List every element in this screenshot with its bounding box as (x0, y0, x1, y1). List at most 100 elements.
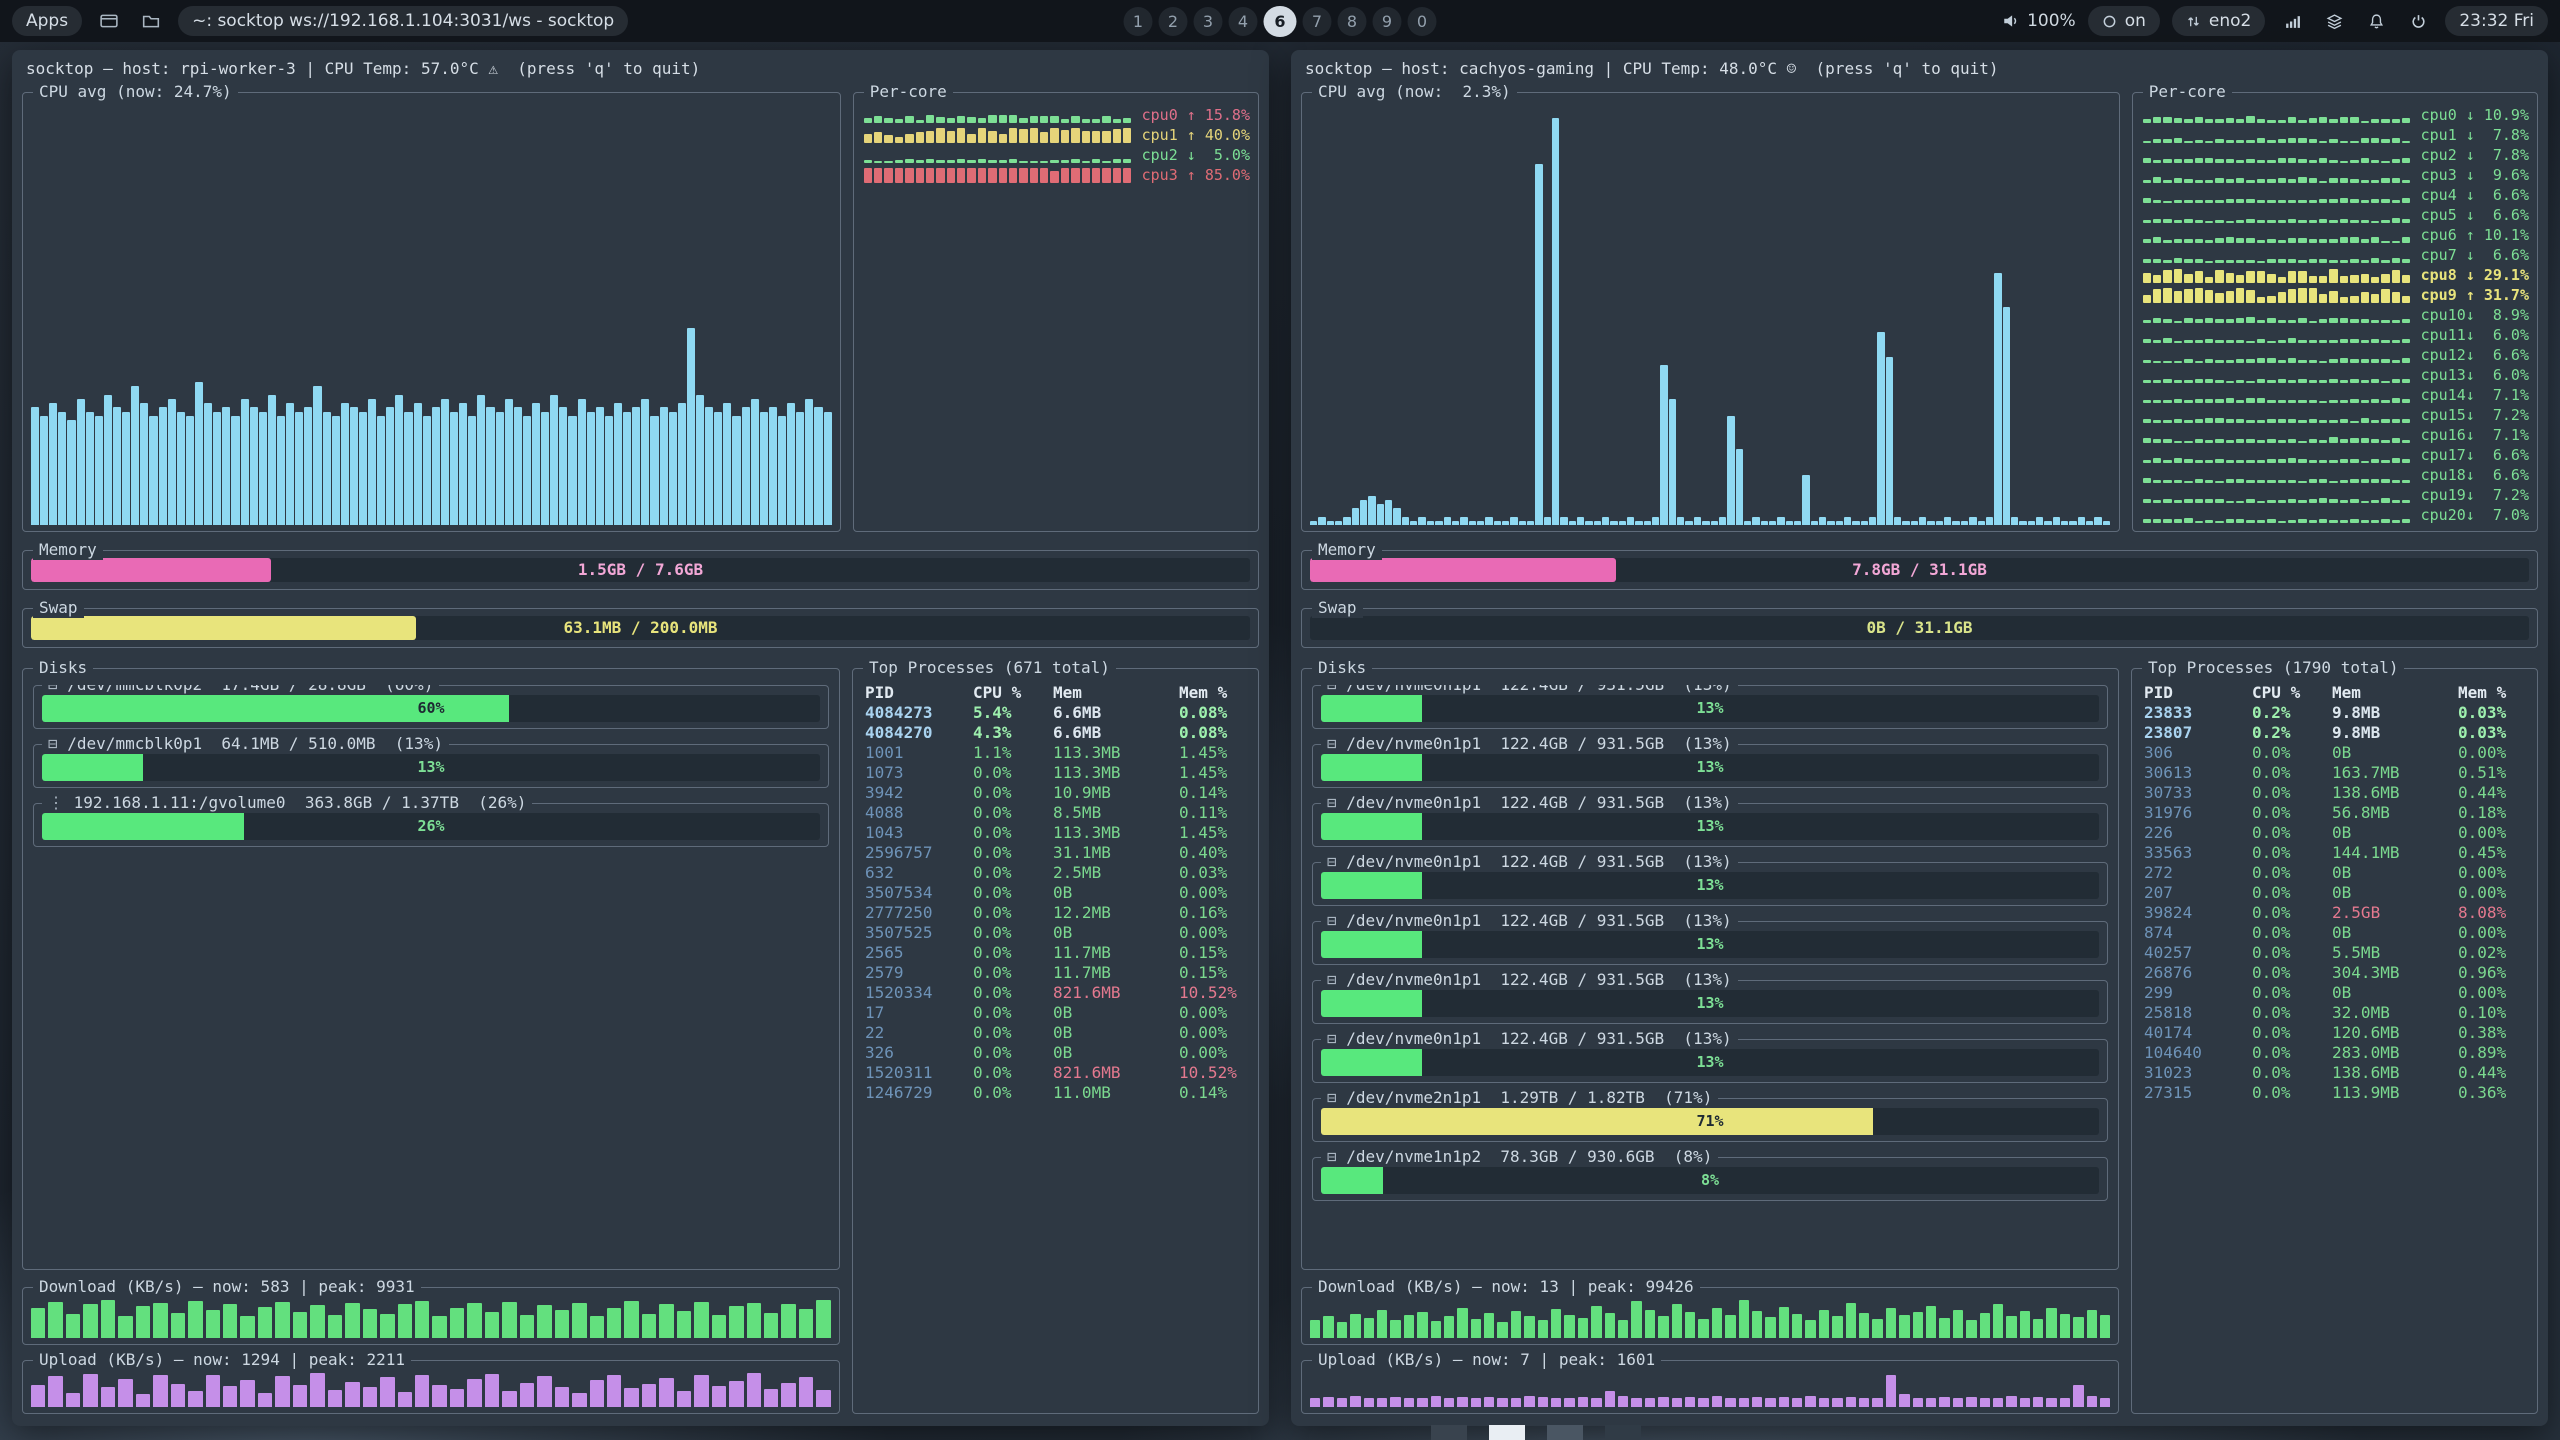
disk-label: ⊟ /dev/nvme0n1p1 122.4GB / 931.5GB (13%) (1321, 793, 1738, 813)
workspace-button-7[interactable]: 7 (1303, 7, 1332, 36)
process-row: 2070.0%0B0.00% (2144, 883, 2525, 903)
dock-icon-app-2[interactable] (1547, 1425, 1583, 1440)
core-row: cpu1 ↑ 40.0% (864, 125, 1250, 145)
disk-usage-percent: 8% (1321, 1167, 2099, 1194)
pid-cell: 3507525 (865, 923, 973, 943)
disk-usage-gauge: 13% (1321, 754, 2099, 781)
mem-cell: 0B (1053, 883, 1179, 903)
disk-usage-percent: 71% (1321, 1108, 2099, 1135)
cpu-cell: 0.0% (2252, 1003, 2332, 1023)
dock-icon-app-3[interactable] (1605, 1425, 1641, 1440)
mempct-cell: 0.00% (2458, 923, 2525, 943)
core-row: cpu8 ↓ 29.1% (2143, 265, 2529, 285)
upload-label: Upload (KB/s) — now: 1294 | peak: 2211 (33, 1350, 411, 1370)
pid-cell: 3507534 (865, 883, 973, 903)
disk-label: ⊟ /dev/nvme0n1p1 122.4GB / 931.5GB (13%) (1321, 734, 1738, 754)
files-icon[interactable] (136, 6, 166, 36)
core-row: cpu6 ↑ 10.1% (2143, 225, 2529, 245)
core-history-sparkline (2143, 308, 2411, 323)
pid-cell: 1520334 (865, 983, 973, 1003)
pid-cell: 33563 (2144, 843, 2252, 863)
circle-icon (2102, 14, 2117, 29)
pid-cell: 326 (865, 1043, 973, 1063)
core-label: cpu2 ↓ 7.8% (2421, 146, 2529, 164)
workspace-button-2[interactable]: 2 (1159, 7, 1188, 36)
disk-label: ⊟ /dev/mmcblk0p2 17.4GB / 28.8GB (60%) (42, 685, 439, 695)
cpu-cell: 0.0% (2252, 743, 2332, 763)
terminal-window-right[interactable]: socktop — host: cachyos-gaming | CPU Tem… (1291, 50, 2548, 1426)
mem-cell: 12.2MB (1053, 903, 1179, 923)
core-history-sparkline (2143, 268, 2411, 283)
core-history-sparkline (2143, 148, 2411, 163)
core-history-sparkline (2143, 348, 2411, 363)
network-indicator[interactable]: eno2 (2172, 6, 2265, 36)
process-row: 2990.0%0B0.00% (2144, 983, 2525, 1003)
signal-bars-icon[interactable] (2277, 6, 2307, 36)
disk-usage-gauge: 60% (42, 695, 820, 722)
process-row: 335630.0%144.1MB0.45% (2144, 843, 2525, 863)
disk-icon: ⊟ (1327, 1088, 1337, 1107)
cpu-cell: 0.0% (2252, 1043, 2332, 1063)
mem-cell: 0B (2332, 983, 2458, 1003)
mempct-cell: 0.00% (1179, 1043, 1246, 1063)
workspace-button-3[interactable]: 3 (1194, 7, 1223, 36)
core-label: cpu13↓ 6.0% (2421, 366, 2529, 384)
cpu-cell: 5.4% (973, 703, 1053, 723)
disk-label: ⋮ 192.168.1.11:/gvolume0 363.8GB / 1.37T… (42, 793, 532, 813)
disk-entry: ⊟ /dev/nvme0n1p1 122.4GB / 931.5GB (13%)… (1312, 921, 2108, 965)
memory-gauge: 1.5GB / 7.6GB (31, 558, 1250, 582)
mempct-cell: 0.15% (1179, 943, 1246, 963)
mem-cell: 144.1MB (2332, 843, 2458, 863)
bluetooth-indicator[interactable]: on (2088, 6, 2160, 36)
apps-button[interactable]: Apps (12, 6, 82, 36)
pid-cell: 39824 (2144, 903, 2252, 923)
workspace-button-9[interactable]: 9 (1373, 7, 1402, 36)
core-label: cpu16↓ 7.1% (2421, 426, 2529, 444)
disk-usage-gauge: 13% (1321, 931, 2099, 958)
dock-icon-app-1[interactable] (1431, 1425, 1467, 1440)
pid-cell: 1073 (865, 763, 973, 783)
terminal-window-left[interactable]: socktop — host: rpi-worker-3 | CPU Temp:… (12, 50, 1269, 1426)
workspace-button-1[interactable]: 1 (1124, 7, 1153, 36)
mem-cell: 31.1MB (1053, 843, 1179, 863)
power-icon[interactable] (2403, 6, 2433, 36)
disk-label: ⊟ /dev/nvme0n1p1 122.4GB / 931.5GB (13%) (1321, 685, 1738, 695)
mempct-cell: 1.45% (1179, 763, 1246, 783)
cpu-cell: 0.0% (2252, 1023, 2332, 1043)
process-table-header: PIDCPU %MemMem % (2144, 683, 2525, 703)
workspace-button-8[interactable]: 8 (1338, 7, 1367, 36)
mem-cell: 0B (1053, 1043, 1179, 1063)
notifications-bell-icon[interactable] (2361, 6, 2391, 36)
dock-icon-launcher[interactable] (1489, 1425, 1525, 1440)
core-history-sparkline (2143, 508, 2411, 523)
disks-panel: Disks ⊟ /dev/nvme0n1p1 122.4GB / 931.5GB… (1301, 668, 2119, 1270)
process-row: 268760.0%304.3MB0.96% (2144, 963, 2525, 983)
mempct-cell: 0.36% (2458, 1083, 2525, 1103)
core-row: cpu1 ↓ 7.8% (2143, 125, 2529, 145)
active-window-title[interactable]: ~: socktop ws://192.168.1.104:3031/ws - … (178, 6, 628, 36)
workspace-button-4[interactable]: 4 (1229, 7, 1258, 36)
core-label: cpu0 ↑ 15.8% (1142, 106, 1250, 124)
mem-cell: 6.6MB (1053, 703, 1179, 723)
volume-level: 100% (2027, 11, 2076, 31)
cpu-cell: 0.0% (973, 803, 1053, 823)
mempct-cell: 0.00% (2458, 823, 2525, 843)
socktop-title: socktop — host: cachyos-gaming | CPU Tem… (1301, 54, 2538, 84)
window-switcher-icon[interactable] (94, 6, 124, 36)
core-history-sparkline (2143, 208, 2411, 223)
volume-indicator[interactable]: 100% (2002, 11, 2076, 31)
clock[interactable]: 23:32 Fri (2445, 6, 2548, 36)
workspace-button-0[interactable]: 0 (1408, 7, 1437, 36)
process-row: 15203340.0%821.6MB10.52% (865, 983, 1246, 1003)
upload-chart (1310, 1371, 2110, 1407)
pid-cell: 299 (2144, 983, 2252, 1003)
core-label: cpu6 ↑ 10.1% (2421, 226, 2529, 244)
layers-icon[interactable] (2319, 6, 2349, 36)
disk-usage-percent: 13% (1321, 695, 2099, 722)
pid-cell: 306 (2144, 743, 2252, 763)
disk-usage-gauge: 13% (42, 754, 820, 781)
mempct-cell: 0.40% (1179, 843, 1246, 863)
memory-panel: Memory 7.8GB / 31.1GB (1301, 550, 2538, 590)
workspace-button-6[interactable]: 6 (1264, 6, 1297, 37)
core-history-sparkline (2143, 488, 2411, 503)
